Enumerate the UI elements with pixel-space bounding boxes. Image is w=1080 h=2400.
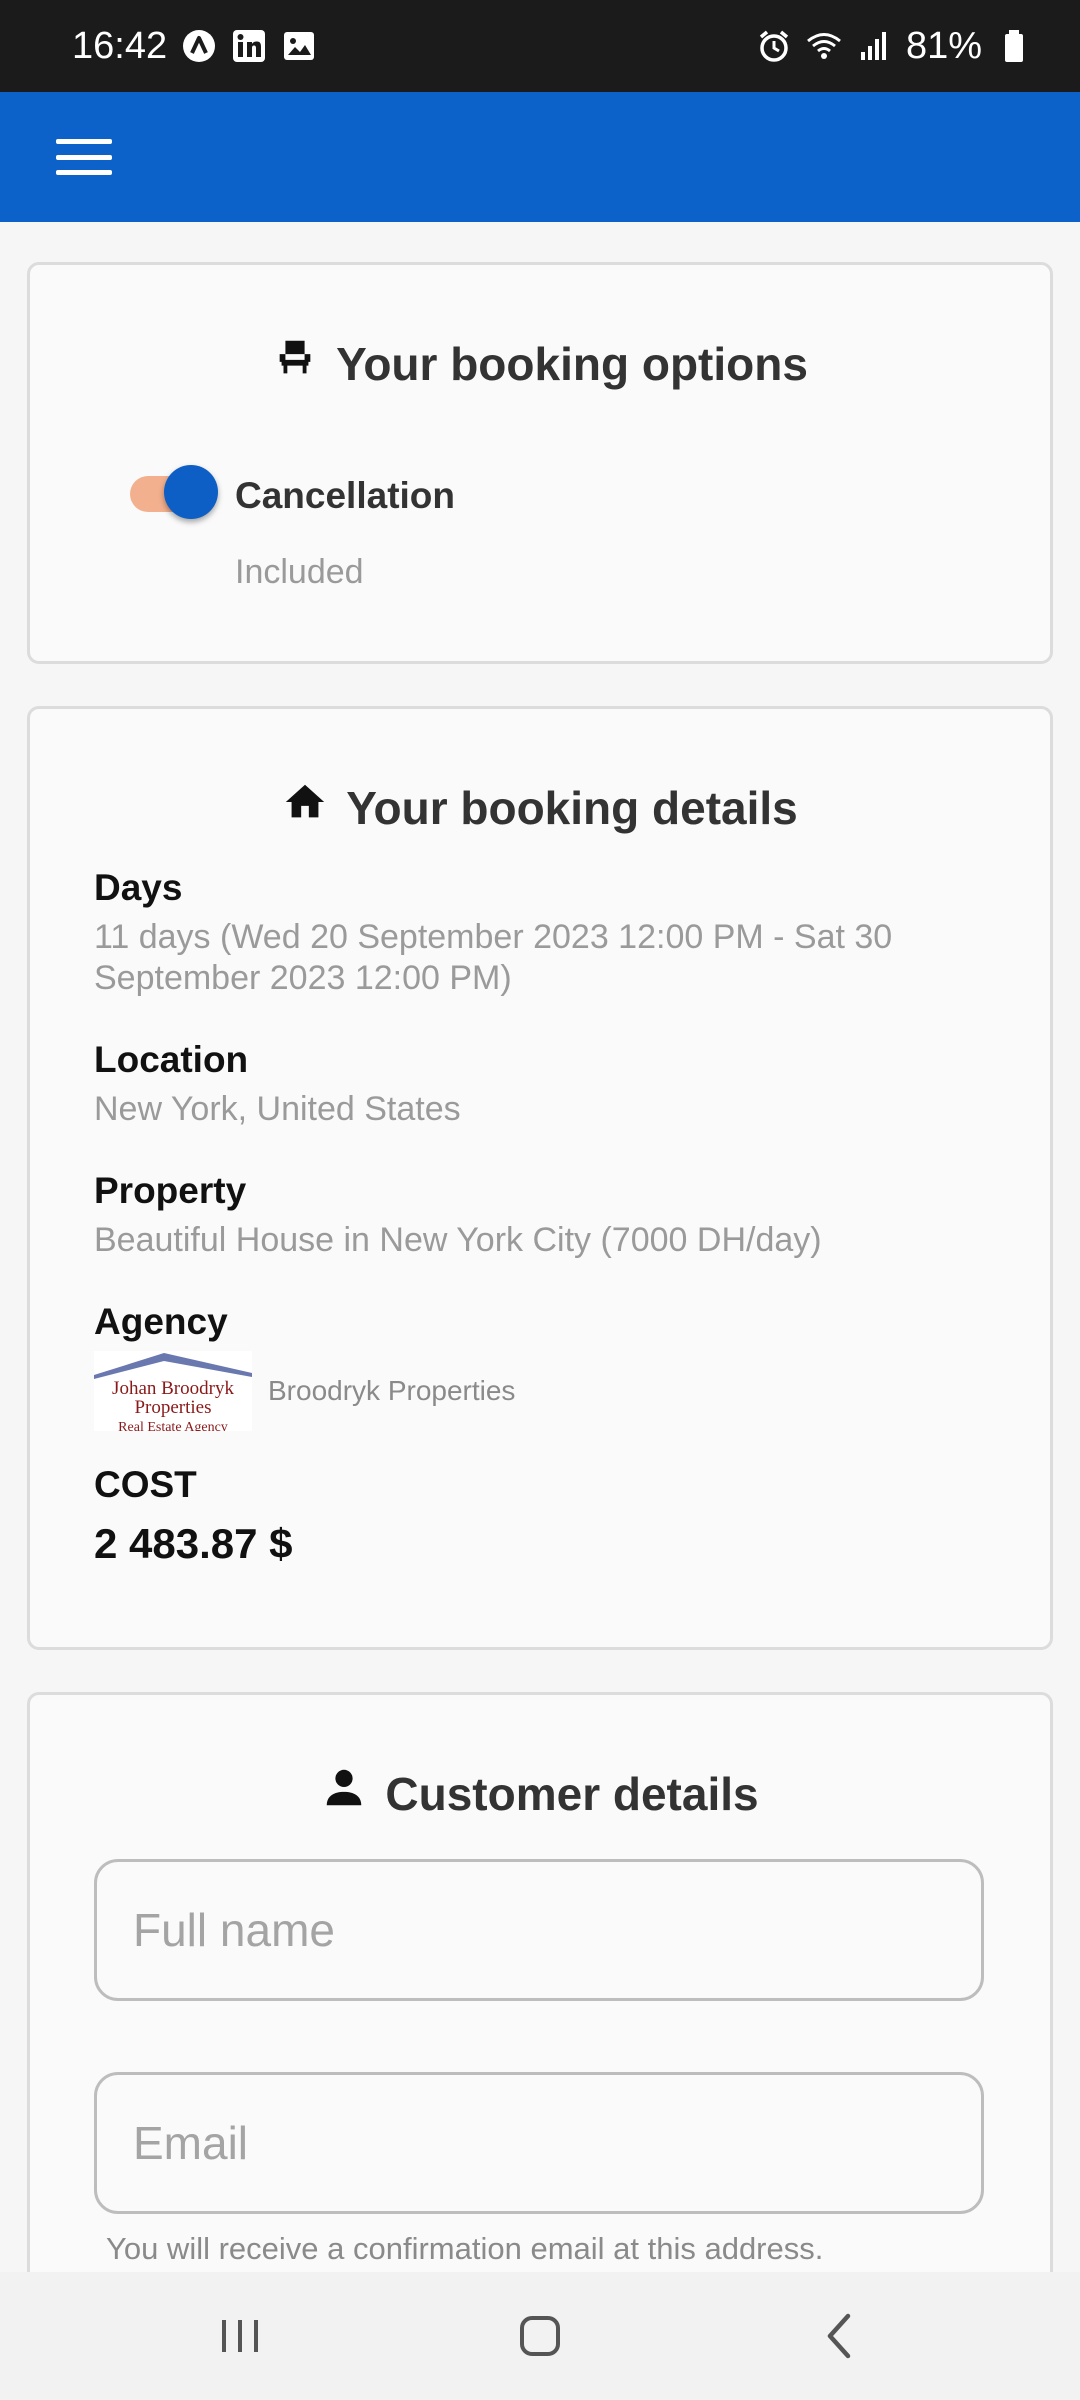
cancellation-status: Included bbox=[235, 553, 364, 591]
full-name-field[interactable] bbox=[94, 1859, 984, 2001]
cancellation-label: Cancellation bbox=[235, 475, 455, 516]
a-circle-icon bbox=[181, 28, 217, 64]
days-value: 11 days (Wed 20 September 2023 12:00 PM … bbox=[94, 918, 893, 997]
booking-details-title: Your booking details bbox=[346, 781, 798, 834]
days-section: Days 11 days (Wed 20 September 2023 12:0… bbox=[94, 867, 994, 999]
cost-label: COST bbox=[94, 1464, 197, 1505]
status-bar-right: 81% bbox=[756, 25, 1032, 68]
status-bar: 16:42 81% bbox=[0, 0, 1080, 92]
booking-options-card: Your booking options Cancellation Includ… bbox=[27, 262, 1053, 664]
cost-section: COST 2 483.87 $ bbox=[94, 1464, 994, 1568]
location-label: Location bbox=[94, 1039, 249, 1080]
person-icon bbox=[321, 1765, 367, 1822]
email-input[interactable] bbox=[133, 2116, 981, 2170]
battery-percent: 81% bbox=[905, 24, 982, 67]
location-value: New York, United States bbox=[94, 1090, 461, 1128]
property-label: Property bbox=[94, 1170, 247, 1211]
customer-details-card: Customer details You will receive a conf… bbox=[27, 1692, 1053, 2272]
booking-details-header: Your booking details bbox=[30, 779, 1050, 836]
seat-icon bbox=[272, 335, 318, 392]
customer-details-header: Customer details bbox=[30, 1765, 1050, 1822]
wifi-icon bbox=[806, 28, 842, 64]
property-section: Property Beautiful House in New York Cit… bbox=[94, 1170, 994, 1261]
main-content[interactable]: Your booking options Cancellation Includ… bbox=[0, 222, 1080, 2272]
days-label: Days bbox=[94, 867, 183, 908]
agency-label: Agency bbox=[94, 1301, 228, 1342]
booking-options-header: Your booking options bbox=[30, 335, 1050, 392]
email-hint: You will receive a confirmation email at… bbox=[106, 2231, 824, 2266]
booking-details-card: Your booking details Days 11 days (Wed 2… bbox=[27, 706, 1053, 1650]
agency-logo: Johan Broodryk Properties Real Estate Ag… bbox=[94, 1351, 252, 1431]
location-section: Location New York, United States bbox=[94, 1039, 994, 1130]
signal-icon bbox=[856, 28, 892, 64]
battery-icon bbox=[996, 28, 1032, 64]
agency-logo-line-2: Properties bbox=[134, 1397, 211, 1418]
cost-value: 2 483.87 $ bbox=[94, 1520, 293, 1567]
home-icon bbox=[282, 779, 328, 836]
agency-name: Broodryk Properties bbox=[268, 1375, 516, 1406]
navigation-bar bbox=[0, 2272, 1080, 2400]
booking-options-title: Your booking options bbox=[336, 337, 808, 390]
agency-logo-line-3: Real Estate Agency bbox=[118, 1420, 228, 1431]
menu-icon[interactable] bbox=[56, 135, 112, 179]
agency-section: Agency Johan Broodryk Properties Real Es… bbox=[94, 1301, 994, 1431]
linkedin-icon bbox=[231, 28, 267, 64]
full-name-input[interactable] bbox=[133, 1903, 981, 1957]
recent-apps-icon[interactable] bbox=[200, 2296, 280, 2376]
home-button-icon[interactable] bbox=[500, 2296, 580, 2376]
agency-row: Johan Broodryk Properties Real Estate Ag… bbox=[94, 1351, 994, 1431]
clock: 16:42 bbox=[72, 24, 168, 67]
property-value: Beautiful House in New York City (7000 D… bbox=[94, 1221, 822, 1259]
status-bar-left: 16:42 bbox=[72, 25, 317, 68]
email-field[interactable] bbox=[94, 2072, 984, 2214]
image-icon bbox=[281, 28, 317, 64]
cancellation-toggle[interactable] bbox=[130, 465, 218, 519]
back-icon[interactable] bbox=[800, 2296, 880, 2376]
alarm-icon bbox=[756, 28, 792, 64]
agency-logo-line-1: Johan Broodryk bbox=[112, 1378, 234, 1399]
app-bar bbox=[0, 92, 1080, 222]
customer-details-title: Customer details bbox=[385, 1767, 759, 1820]
